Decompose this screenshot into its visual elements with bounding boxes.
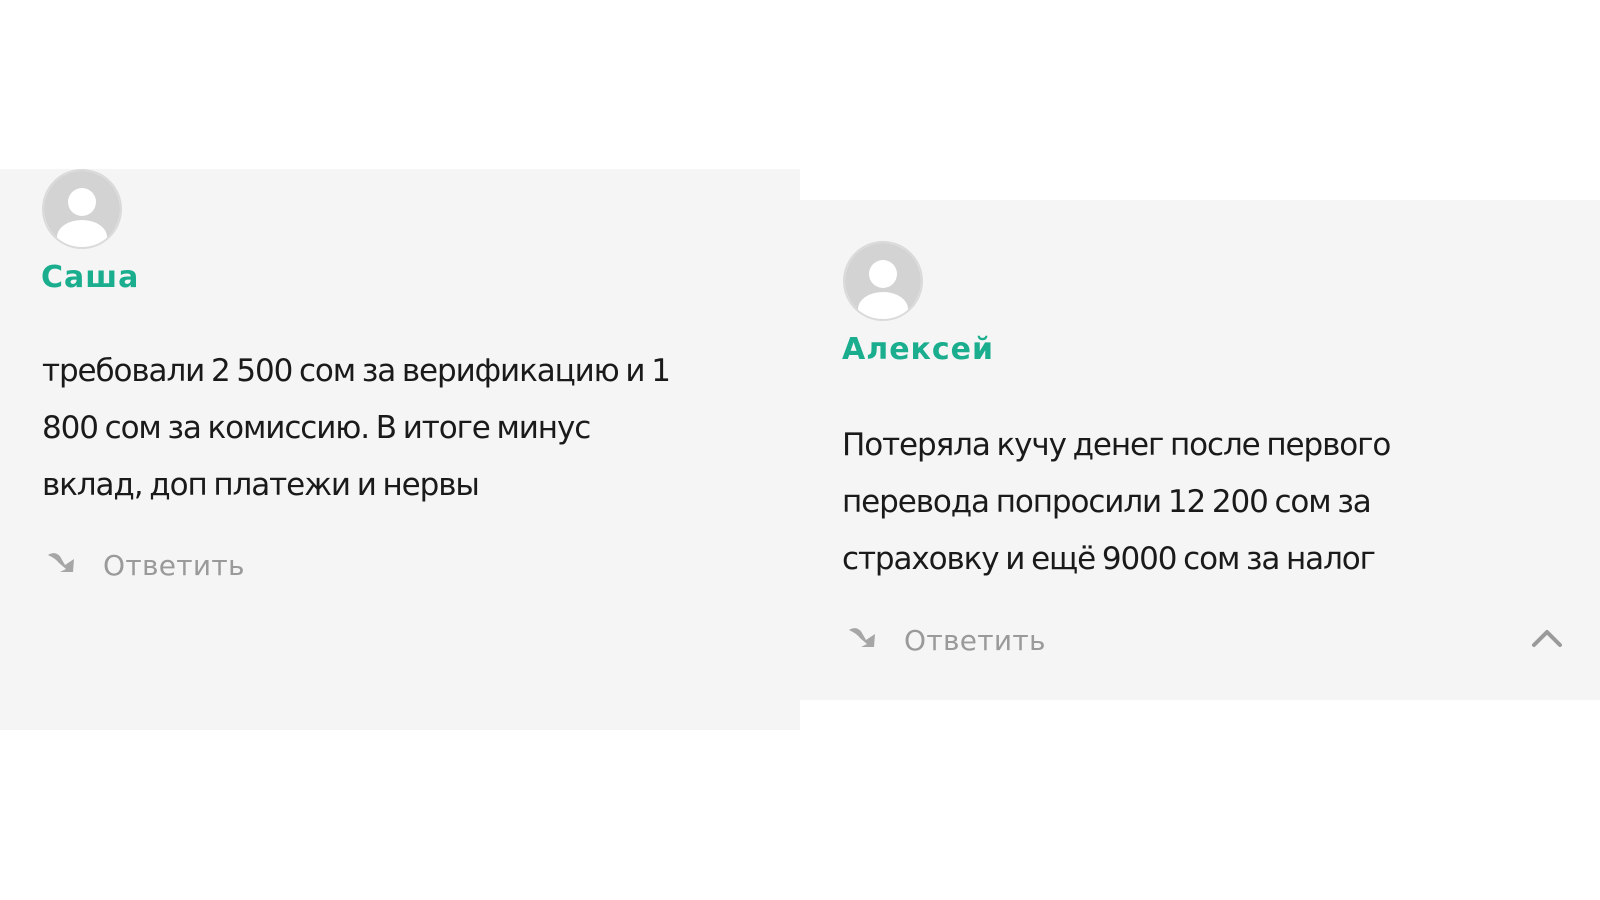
- user-avatar-icon: [42, 169, 122, 249]
- comment-text-line: страховку и ещё 9000 сом за налог: [842, 541, 1376, 577]
- comment-text-line: Потеряла кучу денег после первого: [842, 427, 1391, 463]
- comment-card: Алексей Потеряла кучу денег после первог…: [800, 200, 1600, 700]
- reply-label: Ответить: [103, 548, 245, 582]
- reply-label: Ответить: [904, 623, 1046, 657]
- comment-author[interactable]: Алексей: [842, 332, 994, 367]
- comment-text-line: перевода попросили 12 200 сом за: [842, 484, 1372, 520]
- user-avatar-icon: [843, 241, 923, 321]
- reply-arrow-icon: [846, 623, 888, 657]
- comment-author[interactable]: Саша: [41, 260, 139, 295]
- comment-text-line: требовали 2 500 сом за верификацию и 1: [42, 353, 671, 389]
- reply-button[interactable]: Ответить: [45, 548, 245, 582]
- comment-text-line: 800 сом за комиссию. В итоге минус: [42, 410, 591, 446]
- comment-text: Потеряла кучу денег после первого перево…: [842, 417, 1391, 588]
- reply-arrow-icon: [45, 548, 87, 582]
- comment-text-line: вклад, доп платежи и нервы: [42, 467, 480, 503]
- comment-card: Саша требовали 2 500 сом за верификацию …: [0, 169, 800, 730]
- comment-text: требовали 2 500 сом за верификацию и 1 8…: [42, 343, 671, 514]
- reply-button[interactable]: Ответить: [846, 623, 1046, 657]
- chevron-up-icon[interactable]: [1527, 623, 1567, 653]
